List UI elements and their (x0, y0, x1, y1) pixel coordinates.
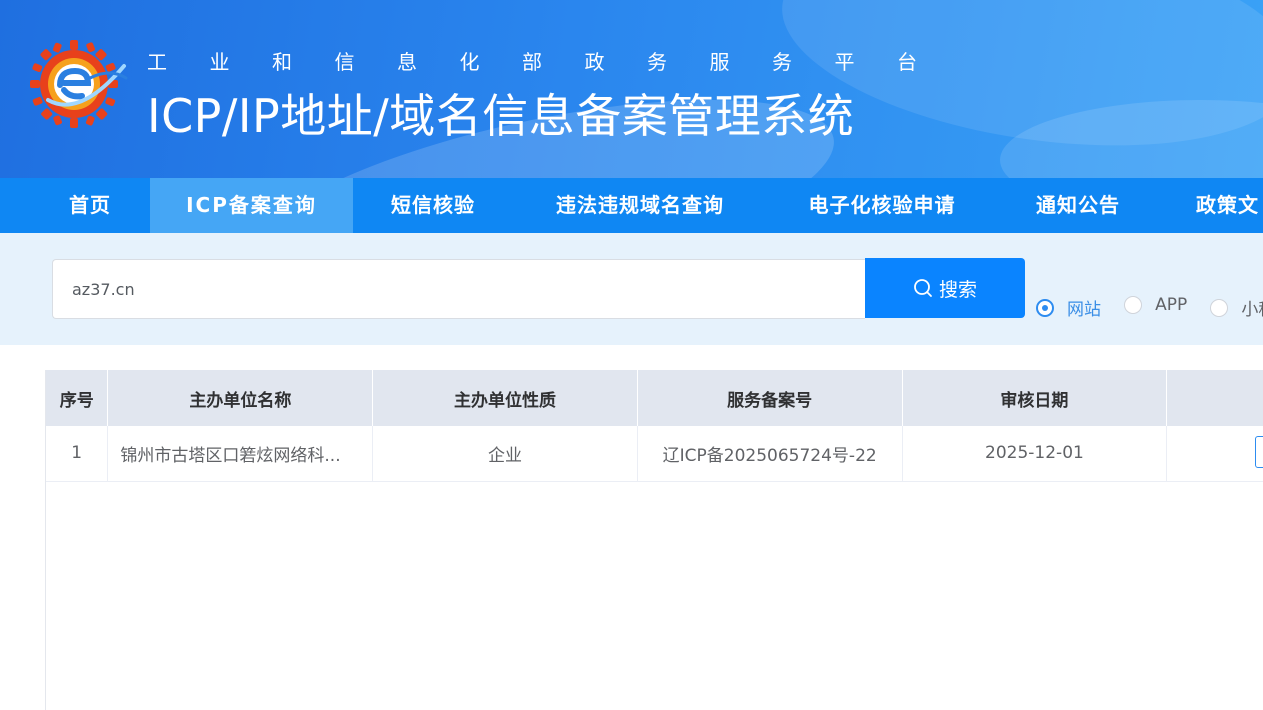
table-header-row: 序号 主办单位名称 主办单位性质 服务备案号 审核日期 (46, 370, 1263, 426)
table-row: 1 锦州市古塔区口箬炫网络科... 企业 辽ICP备2025065724号-22… (46, 426, 1263, 482)
search-button-label: 搜索 (938, 278, 977, 301)
radio-website[interactable]: 网站 (1036, 295, 1101, 320)
results-table-wrap: 序号 主办单位名称 主办单位性质 服务备案号 审核日期 1 锦州市古塔区口箬炫网… (45, 370, 1263, 710)
miit-logo-icon (30, 40, 128, 128)
nav-item-policy[interactable]: 政策文 (1159, 178, 1263, 233)
nav-item-home[interactable]: 首页 (30, 178, 150, 233)
radio-dot (1210, 298, 1229, 317)
nav-item-e-verify-apply[interactable]: 电子化核验申请 (767, 178, 997, 233)
system-title: ICP/IP地址/域名信息备案管理系统 (147, 89, 855, 143)
cell-index: 1 (46, 426, 109, 482)
radio-dot (1036, 298, 1054, 317)
search-input[interactable] (52, 259, 865, 319)
nav-item-illegal-domain-query[interactable]: 违法违规域名查询 (513, 178, 767, 233)
cell-review-date: 2025-12-01 (902, 426, 1168, 482)
nav-item-sms-verify[interactable]: 短信核验 (353, 178, 513, 233)
column-header-org-type: 主办单位性质 (372, 370, 638, 426)
radio-dot (1124, 296, 1143, 314)
results-table: 序号 主办单位名称 主办单位性质 服务备案号 审核日期 1 锦州市古塔区口箬炫网… (46, 370, 1263, 482)
radio-label: 小程 (1241, 300, 1263, 320)
column-header-index: 序号 (46, 370, 109, 426)
cell-actions (1166, 426, 1263, 482)
column-header-record-no: 服务备案号 (637, 370, 903, 426)
radio-app[interactable]: APP (1124, 295, 1187, 315)
main-nav: 首页 ICP备案查询 短信核验 违法违规域名查询 电子化核验申请 通知公告 政策… (0, 178, 1263, 233)
nav-item-icp-query[interactable]: ICP备案查询 (150, 178, 353, 233)
radio-label: APP (1155, 295, 1188, 315)
detail-button[interactable] (1255, 436, 1263, 468)
type-radio-group: 网站 APP 小程 (1036, 295, 1263, 320)
radio-mini-program[interactable]: 小程 (1210, 295, 1263, 320)
column-header-review-date: 审核日期 (902, 370, 1168, 426)
search-area: 搜索 网站 APP 小程 (0, 233, 1263, 345)
column-header-org-name: 主办单位名称 (107, 370, 374, 426)
cell-org-type: 企业 (372, 426, 638, 482)
cell-record-no: 辽ICP备2025065724号-22 (637, 426, 903, 482)
header-banner: 工业和信息化部政务服务平台 ICP/IP地址/域名信息备案管理系统 (0, 0, 1263, 178)
search-icon (914, 279, 932, 297)
search-button[interactable]: 搜索 (865, 258, 1025, 318)
nav-item-notices[interactable]: 通知公告 (997, 178, 1159, 233)
cell-org-name: 锦州市古塔区口箬炫网络科... (107, 426, 374, 482)
radio-label: 网站 (1067, 300, 1101, 320)
column-header-actions (1166, 370, 1263, 426)
platform-subtitle: 工业和信息化部政务服务平台 (147, 50, 960, 74)
